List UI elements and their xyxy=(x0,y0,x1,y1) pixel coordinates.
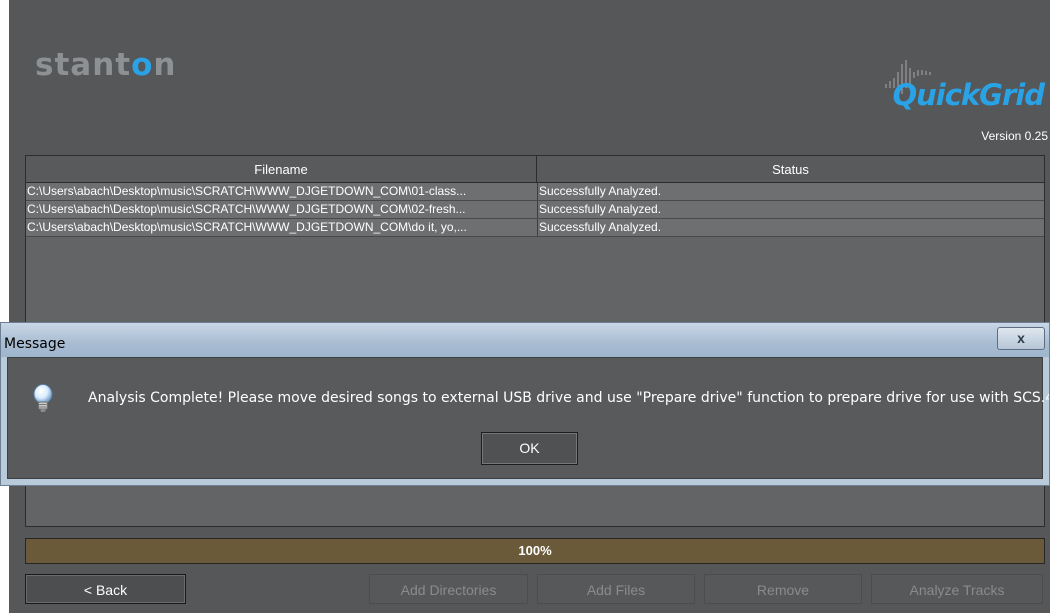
cell-filename: C:\Users\abach\Desktop\music\SCRATCH\WWW… xyxy=(26,201,538,218)
dialog-title: Message xyxy=(4,336,66,352)
table-row[interactable]: C:\Users\abach\Desktop\music\SCRATCH\WWW… xyxy=(26,201,1044,219)
ok-button[interactable]: OK xyxy=(481,432,578,465)
table-header: Filename Status xyxy=(26,156,1044,183)
add-directories-button[interactable]: Add Directories xyxy=(369,574,528,604)
cell-status: Successfully Analyzed. xyxy=(539,220,662,234)
lightbulb-icon xyxy=(33,384,53,412)
progress-label: 100% xyxy=(518,543,552,558)
dialog-message: Analysis Complete! Please move desired s… xyxy=(88,390,1050,406)
version-label: Version 0.25 xyxy=(981,129,1048,143)
cell-status: Successfully Analyzed. xyxy=(539,202,662,216)
analyze-tracks-button[interactable]: Analyze Tracks xyxy=(871,574,1043,604)
back-button[interactable]: < Back xyxy=(25,574,186,604)
power-icon: o xyxy=(131,47,154,83)
quickgrid-logo: QuickGrid xyxy=(892,78,1045,112)
dialog-body: Analysis Complete! Please move desired s… xyxy=(7,357,1049,479)
column-header-status[interactable]: Status xyxy=(537,156,1044,182)
message-dialog: Message x Analysis Complete! Please move… xyxy=(0,322,1050,486)
dialog-titlebar[interactable]: Message x xyxy=(1,323,1049,357)
remove-button[interactable]: Remove xyxy=(704,574,862,604)
add-files-button[interactable]: Add Files xyxy=(537,574,695,604)
stanton-logo: stanton xyxy=(35,47,177,83)
progress-bar: 100% xyxy=(25,538,1045,564)
cell-status: Successfully Analyzed. xyxy=(539,184,662,198)
app-window: stanton QuickGrid Version 0.25 Filename … xyxy=(9,0,1050,613)
cell-filename: C:\Users\abach\Desktop\music\SCRATCH\WWW… xyxy=(26,219,538,236)
table-row[interactable]: C:\Users\abach\Desktop\music\SCRATCH\WWW… xyxy=(26,183,1044,201)
close-button[interactable]: x xyxy=(997,327,1045,350)
cell-filename: C:\Users\abach\Desktop\music\SCRATCH\WWW… xyxy=(26,183,538,200)
column-header-filename[interactable]: Filename xyxy=(26,156,537,182)
table-row[interactable]: C:\Users\abach\Desktop\music\SCRATCH\WWW… xyxy=(26,219,1044,237)
